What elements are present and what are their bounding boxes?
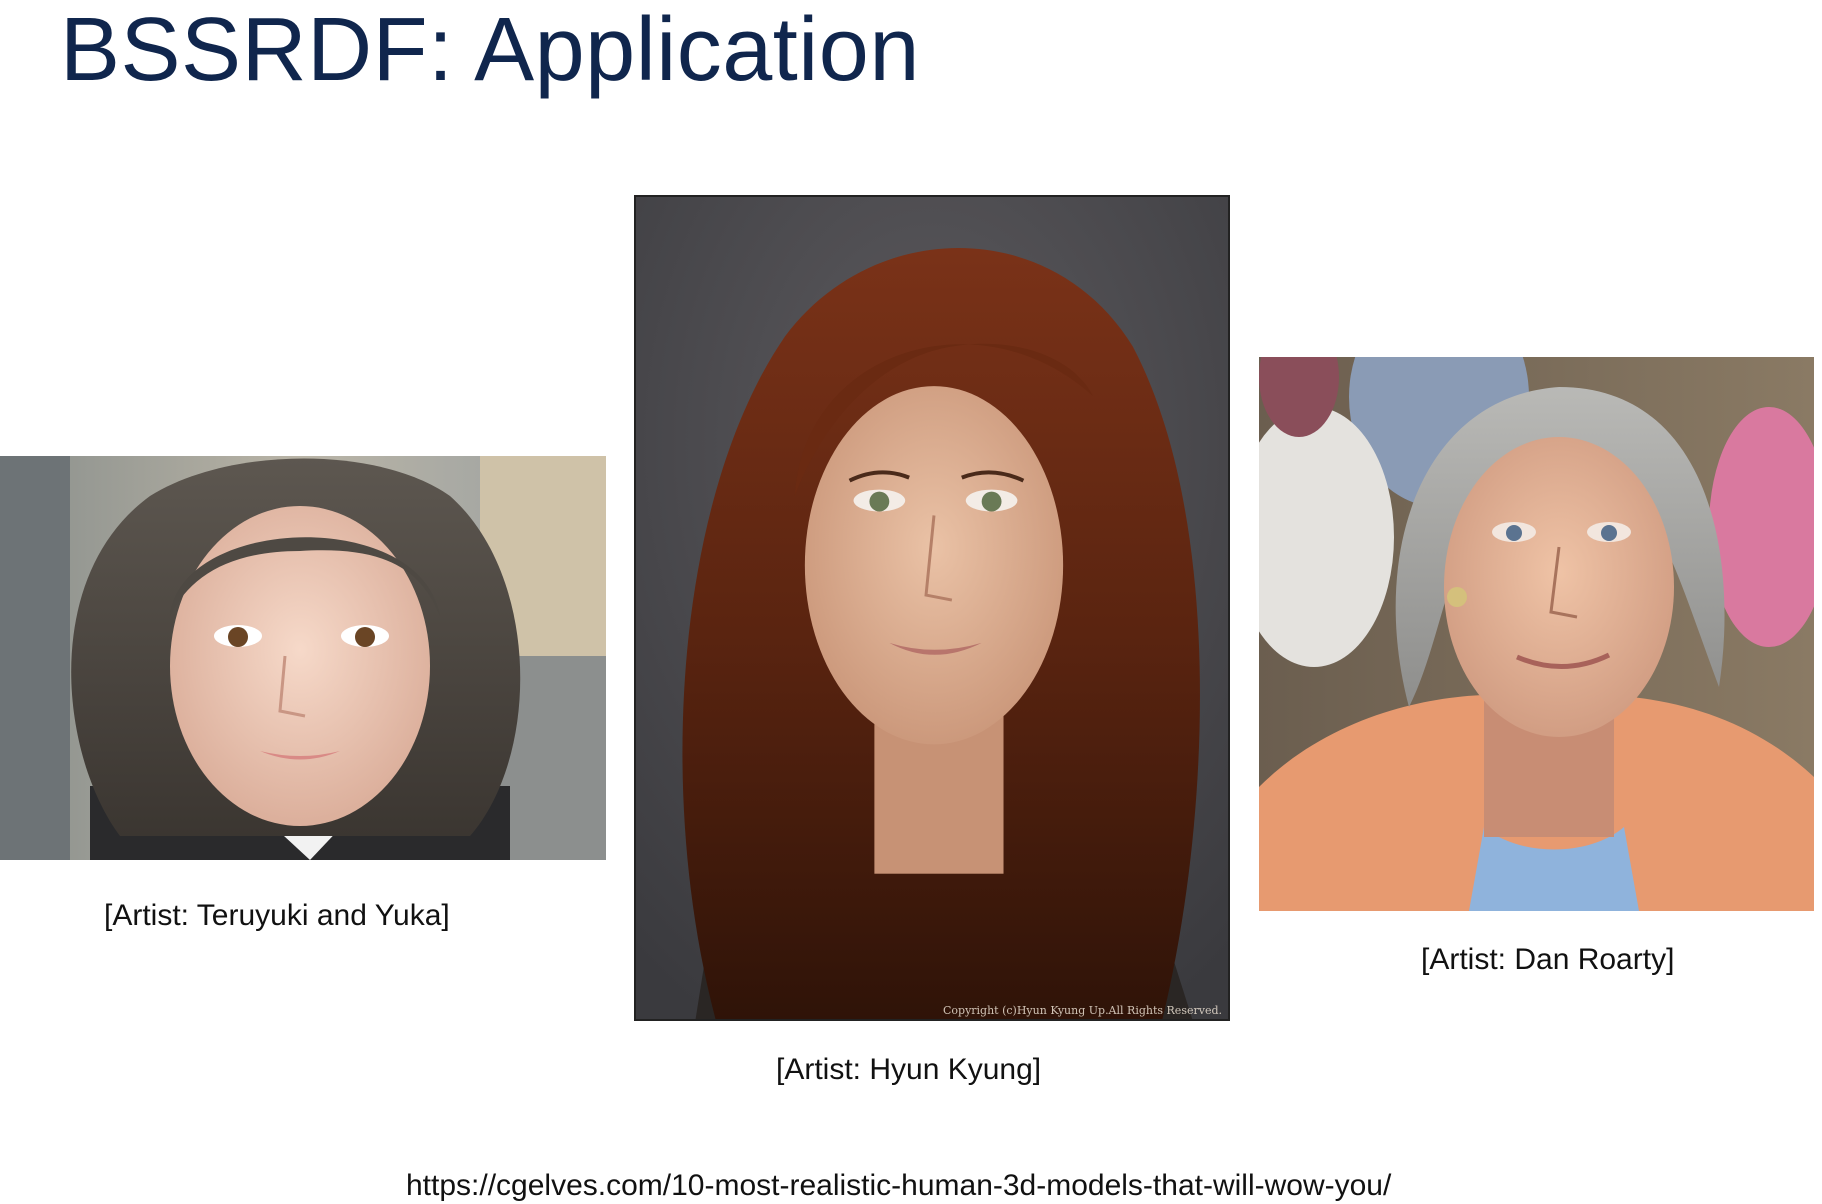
caption-hyun-kyung: [Artist: Hyun Kyung] xyxy=(776,1053,1042,1086)
image-watermark: Copyright (c)Hyun Kyung Up.All Rights Re… xyxy=(942,1004,1222,1017)
slide-title: BSSRDF: Application xyxy=(60,0,920,100)
caption-dan-roarty: [Artist: Dan Roarty] xyxy=(1421,943,1675,976)
portrait-image-dan-roarty xyxy=(1259,357,1814,911)
portrait-image-hyun-kyung: Copyright (c)Hyun Kyung Up.All Rights Re… xyxy=(634,195,1230,1021)
source-url: https://cgelves.com/10-most-realistic-hu… xyxy=(406,1169,1392,1202)
portrait-image-teruyuki-yuka xyxy=(0,456,606,860)
caption-teruyuki-yuka: [Artist: Teruyuki and Yuka] xyxy=(104,899,450,932)
